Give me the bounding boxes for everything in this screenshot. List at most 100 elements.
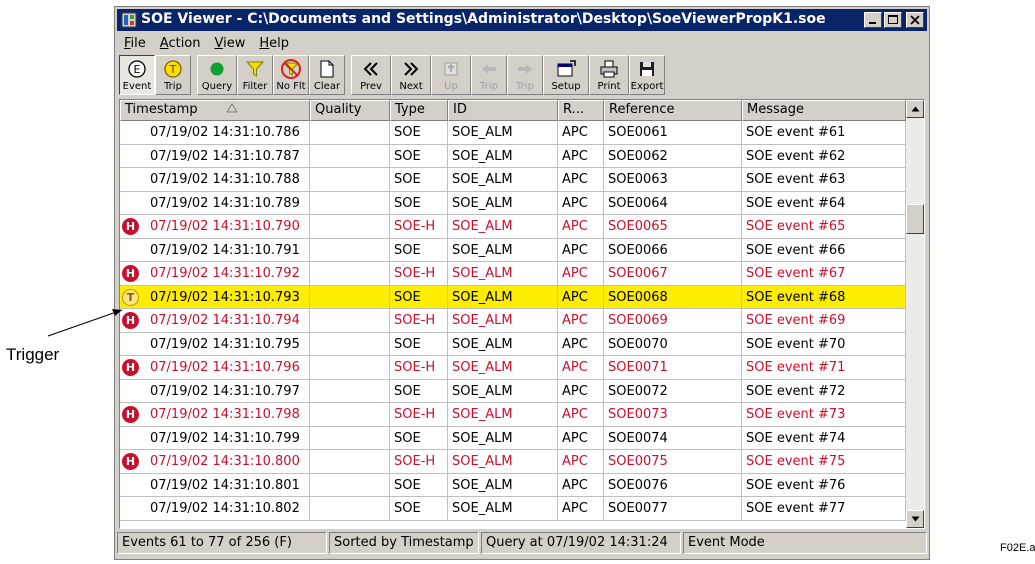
clear-button[interactable]: Clear [309,55,345,95]
cell-type: SOE-H [390,309,448,333]
window-title: SOE Viewer - C:\Documents and Settings\A… [141,11,826,27]
status-query: Query at 07/19/02 14:31:24 [481,532,681,554]
trip-mode-button[interactable]: T Trip [155,55,191,95]
trip-prev-button[interactable]: Trip [471,55,507,95]
cell-text: SOE event #73 [746,407,846,422]
printer-icon [600,60,618,78]
table-row[interactable]: H 07/19/02 14:31:10.800 SOE-H SOE_ALM APC SOE… [120,450,906,474]
cell-q [310,403,390,427]
table-row[interactable]: 07/19/02 14:31:10.789 SOE SOE_ALM APC SOE006… [120,191,906,215]
cell-text: 07/19/02 14:31:10.786 [150,125,300,140]
column-header-message[interactable]: Message [742,100,906,121]
cell-text: SOE_ALM [452,477,513,493]
table-row[interactable]: 07/19/02 14:31:10.799 SOE SOE_ALM APC SOE007… [120,426,906,450]
scroll-down-button[interactable] [906,510,924,528]
cell-text: SOE [394,289,421,305]
export-button[interactable]: Export [629,55,665,95]
column-header-id[interactable]: ID [448,100,558,121]
table-row[interactable]: 07/19/02 14:31:10.787 SOE SOE_ALM APC SOE006… [120,144,906,168]
cell-text: SOE event #61 [746,125,846,140]
vertical-scrollbar[interactable] [906,100,924,528]
menu-view[interactable]: View [208,36,253,51]
maximize-button[interactable] [884,12,902,28]
table-row[interactable]: H 07/19/02 14:31:10.798 SOE-H SOE_ALM APC SOE… [120,403,906,427]
setup-label: Setup [551,81,581,92]
cell-ref: SOE0076 [604,473,742,497]
table-row[interactable]: T 07/19/02 14:31:10.793 SOE SOE_ALM APC SOE00… [120,285,906,309]
table-row[interactable]: H 07/19/02 14:31:10.796 SOE-H SOE_ALM APC SOE… [120,356,906,380]
table-row[interactable]: 07/19/02 14:31:10.795 SOE SOE_ALM APC SOE007… [120,332,906,356]
table-row[interactable]: 07/19/02 14:31:10.797 SOE SOE_ALM APC SOE007… [120,379,906,403]
cell-text: APC [562,501,588,516]
scroll-up-button[interactable] [906,100,924,118]
cell-q [310,238,390,262]
table-row[interactable]: 07/19/02 14:31:10.788 SOE SOE_ALM APC SOE006… [120,168,906,192]
status-mode: Event Mode [683,532,927,554]
trip-next-button[interactable]: Trip [507,55,543,95]
cell-text: SOE event #74 [746,430,846,446]
cell-text: 07/19/02 14:31:10.797 [150,383,300,399]
cell-text: SOE event #66 [746,242,846,258]
cell-type: SOE [390,144,448,168]
cell-text: SOE0069 [608,313,668,328]
table-row[interactable]: 07/19/02 14:31:10.786 SOE SOE_ALM APC SOE006… [120,121,906,145]
cell-id: SOE_ALM [448,309,558,333]
title-bar[interactable]: SOE Viewer - C:\Documents and Settings\A… [117,9,927,31]
cell-text: 07/19/02 14:31:10.790 [150,219,300,234]
table-row[interactable]: 07/19/02 14:31:10.791 SOE SOE_ALM APC SOE006… [120,238,906,262]
clear-icon [320,60,334,78]
table-row[interactable]: 07/19/02 14:31:10.801 SOE SOE_ALM APC SOE007… [120,473,906,497]
column-header-timestamp[interactable]: Timestamp [120,100,310,121]
setup-button[interactable]: Setup [543,55,589,95]
cell-text: SOE0070 [608,336,668,352]
svg-text:T: T [169,63,177,76]
print-button[interactable]: Print [589,55,629,95]
trip-mode-label: Trip [164,81,182,92]
menu-view-accel: V [214,35,224,51]
cell-q [310,426,390,450]
cell-q [310,309,390,333]
cell-text: APC [562,195,588,211]
cell-q [310,332,390,356]
table-row[interactable]: H 07/19/02 14:31:10.792 SOE-H SOE_ALM APC SOE… [120,262,906,286]
cell-ts: H 07/19/02 14:31:10.792 [120,262,310,286]
next-button[interactable]: Next [391,55,431,95]
prev-button[interactable]: Prev [351,55,391,95]
table-row[interactable]: 07/19/02 14:31:10.802 SOE SOE_ALM APC SOE007… [120,497,906,521]
cell-text: APC [562,407,588,422]
query-button[interactable]: Query [197,55,237,95]
scroll-thumb[interactable] [906,204,924,234]
minimize-icon [869,22,876,24]
no-filter-button[interactable]: No Flt [273,55,309,95]
cell-q [310,191,390,215]
column-header-quality[interactable]: Quality [310,100,390,121]
column-header-r[interactable]: R... [558,100,604,121]
high-priority-icon: H [122,453,139,470]
menu-help[interactable]: Help [252,36,296,51]
cell-text: SOE0073 [608,407,668,422]
table-row[interactable]: H 07/19/02 14:31:10.794 SOE-H SOE_ALM APC SOE… [120,309,906,333]
cell-ref: SOE0073 [604,403,742,427]
table-row[interactable]: H 07/19/02 14:31:10.790 SOE-H SOE_ALM APC SOE… [120,215,906,239]
cell-type: SOE-H [390,450,448,474]
cell-ref: SOE0070 [604,332,742,356]
cell-ref: SOE0072 [604,379,742,403]
close-button[interactable] [906,12,924,28]
filter-button[interactable]: Filter [237,55,273,95]
column-header-type[interactable]: Type [390,100,448,121]
export-label: Export [630,81,664,92]
cell-ts: 07/19/02 14:31:10.802 [120,497,310,521]
event-table: Timestamp Quality Type ID R... Reference… [119,99,925,529]
trip-next-label: Trip [516,81,534,92]
minimize-button[interactable] [864,12,882,28]
cell-text: 07/19/02 14:31:10.796 [150,360,300,375]
up-button[interactable]: Up [431,55,471,95]
cell-q [310,379,390,403]
column-header-reference[interactable]: Reference [604,100,742,121]
cell-id: SOE_ALM [448,191,558,215]
trip-mode-icon: T [164,60,182,78]
cell-text: SOE event #72 [746,383,846,399]
menu-action[interactable]: Action [153,36,208,51]
cell-text: SOE0067 [608,266,668,281]
cell-msg: SOE event #65 [742,215,906,239]
